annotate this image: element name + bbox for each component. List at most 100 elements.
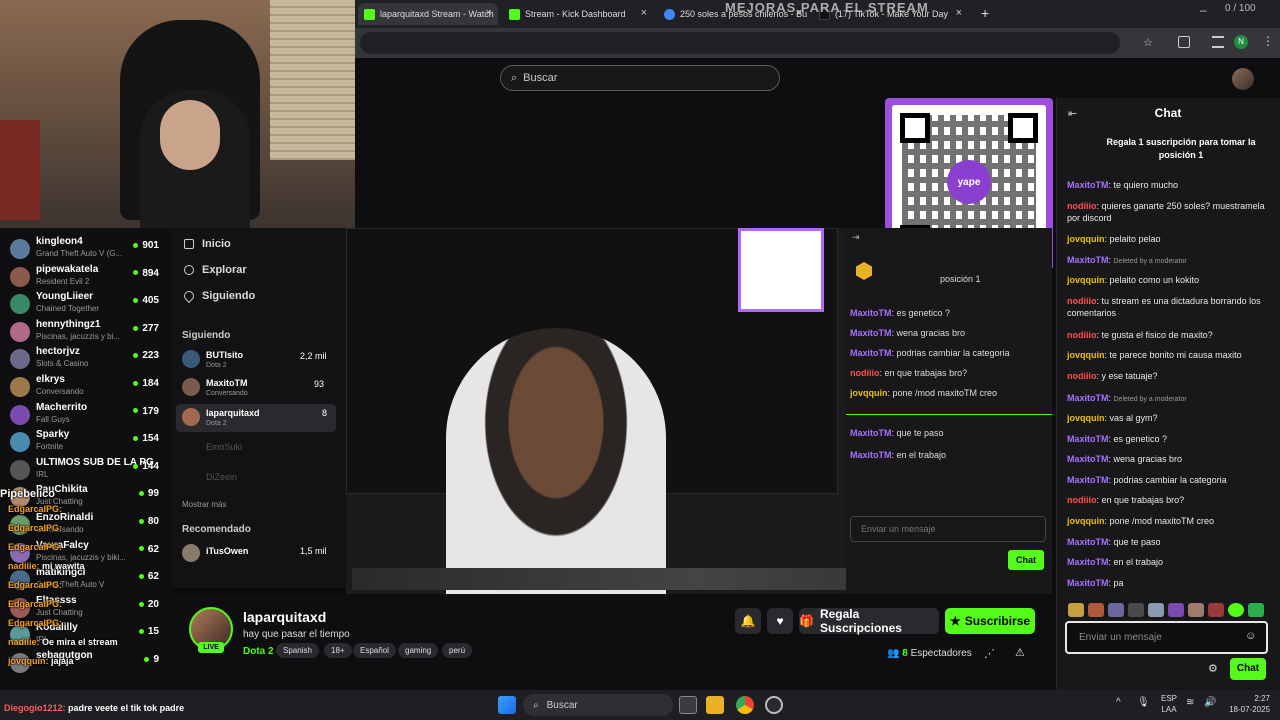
windows-start-icon[interactable] (498, 696, 516, 714)
nav-inicio[interactable]: Inicio (184, 238, 231, 250)
emote-icon[interactable] (1148, 603, 1164, 617)
emote-icon[interactable] (1228, 603, 1244, 617)
chat-username[interactable]: nodiiio (1067, 371, 1097, 381)
chat-username[interactable]: MaxitoTM (1067, 557, 1109, 567)
nav-siguiendo[interactable]: Siguiendo (181, 288, 255, 304)
taskbar-search[interactable]: ⌕ Buscar (523, 694, 673, 716)
clock[interactable]: 2:27 18-07-2025 (1220, 693, 1270, 715)
follow-list-item[interactable]: pipewakatela Resident Evil 2 894 (10, 264, 165, 290)
mic-icon[interactable]: 🎙 (1137, 697, 1150, 708)
chat-username[interactable]: jovqquin (1067, 516, 1105, 526)
chat-username[interactable]: nodiiio (1067, 296, 1097, 306)
chat-username[interactable]: MaxitoTM (1067, 475, 1109, 485)
chat-username[interactable]: nodiiio (1067, 330, 1097, 340)
close-icon[interactable]: × (956, 7, 962, 19)
follow-list-item[interactable]: Sparky Fortnite 154 (10, 429, 165, 455)
emote-icon[interactable] (1188, 603, 1204, 617)
follow-list-item[interactable]: kingleon4 Grand Theft Auto V (G... 901 (10, 236, 165, 262)
share-icon[interactable]: ⋰ (984, 647, 995, 660)
chat-message: jovqquin: te parece bonito mi causa maxi… (1067, 350, 1242, 360)
volume-icon[interactable]: 🔊 (1204, 697, 1216, 708)
minimize-icon[interactable]: – (1200, 3, 1207, 17)
close-icon[interactable]: × (486, 7, 492, 19)
emote-icon[interactable] (1248, 603, 1264, 617)
wifi-icon[interactable]: ≋ (1186, 697, 1194, 708)
menu-dots-icon[interactable]: ⋮ (1262, 34, 1274, 48)
emote-icon[interactable] (1128, 603, 1144, 617)
follow-list-item[interactable]: hectorjvz Slots & Casino 223 (10, 346, 165, 372)
new-tab-icon[interactable]: + (981, 5, 989, 21)
nav-explorar[interactable]: Explorar (184, 264, 247, 276)
offline-channel[interactable]: EmoSuki (206, 442, 242, 452)
chat-username[interactable]: nodiiio (1067, 495, 1097, 505)
follow-list-item[interactable]: elkrys Conversando 184 (10, 374, 165, 400)
notification-bell-button[interactable]: 🔔 (735, 608, 761, 634)
overlay-chat-header: Pipebelico (0, 488, 56, 500)
follow-list-item[interactable]: ULTIMOS SUB DE LA PG IRL 144 (10, 457, 165, 483)
tag[interactable]: perú (442, 643, 473, 658)
bookmark-star-icon[interactable]: ☆ (1143, 36, 1153, 49)
search-input[interactable]: ⌕ Buscar (500, 65, 780, 91)
tag[interactable]: Spanish (276, 643, 319, 658)
sidebar-item-channel[interactable]: MaxitoTM Conversando 93 (182, 376, 342, 402)
overlay-chat-line: nadiiie: mi wawita (8, 561, 85, 571)
chat-username[interactable]: jovqquin (1067, 413, 1105, 423)
emote-icon[interactable] (1108, 603, 1124, 617)
close-icon[interactable]: × (641, 7, 647, 19)
file-explorer-icon[interactable] (706, 696, 724, 714)
tag[interactable]: gaming (398, 643, 439, 658)
viewer-count: 223 (133, 350, 159, 361)
chat-username[interactable]: jovqquin (1067, 275, 1105, 285)
chat-text: Deleted by a moderator (1113, 258, 1187, 265)
follow-list-item[interactable]: Macherrito Fall Guys 179 (10, 402, 165, 428)
chat-username[interactable]: MaxitoTM (1067, 578, 1109, 588)
emoji-icon[interactable]: ☺ (1245, 630, 1256, 642)
streamer-camera (446, 328, 666, 594)
user-avatar[interactable] (1232, 68, 1254, 90)
sidebar-item-channel-active[interactable]: laparquitaxd Dota 2 8 (176, 404, 336, 432)
chat-text: y ese tatuaje? (1101, 371, 1158, 381)
tag[interactable]: Español (353, 643, 396, 658)
tag[interactable]: 18+ (324, 643, 352, 658)
chat-username[interactable]: MaxitoTM (1067, 434, 1109, 444)
subscribe-button[interactable]: ★ Suscribirse (945, 608, 1035, 634)
offline-channel[interactable]: DiZeein (206, 472, 237, 482)
chat-username[interactable]: MaxitoTM (1067, 537, 1109, 547)
chat-username[interactable]: MaxitoTM (1067, 180, 1109, 190)
task-view-icon[interactable] (679, 696, 697, 714)
browser-tab[interactable]: Stream - Kick Dashboard × (503, 3, 653, 25)
obs-icon[interactable] (765, 696, 783, 714)
gift-subs-button[interactable]: 🎁 Regala Suscripciones (799, 607, 939, 635)
language-indicator[interactable]: ESP LAA (1157, 693, 1181, 715)
browser-tab[interactable]: laparquitaxd Stream - Watch × (358, 3, 498, 25)
chat-username[interactable]: MaxitoTM (1067, 255, 1109, 265)
chat-username[interactable]: jovqquin (1067, 350, 1105, 360)
chrome-icon[interactable] (736, 696, 754, 714)
streamer-name[interactable]: laparquitaxd (243, 609, 326, 625)
chat-input[interactable]: Enviar un mensaje (1065, 621, 1268, 654)
emote-icon[interactable] (1068, 603, 1084, 617)
show-more-link[interactable]: Mostrar más (182, 500, 226, 509)
profile-icon[interactable]: N (1234, 35, 1248, 49)
sidebar-item-channel[interactable]: BUTIsito Dota 2 2,2 mil (182, 348, 342, 374)
chat-username[interactable]: MaxitoTM (1067, 393, 1109, 403)
sidebar-item-recommended[interactable]: iTusOwen 1,5 mil (182, 544, 342, 568)
report-icon[interactable]: ⚠ (1015, 646, 1025, 659)
emote-icon[interactable] (1088, 603, 1104, 617)
category-link[interactable]: Dota 2 (243, 646, 274, 657)
follow-list-item[interactable]: hennythingz1 Piscinas, jacuzzis y bi... 27… (10, 319, 165, 345)
chat-username[interactable]: jovqquin (1067, 234, 1105, 244)
emote-icon[interactable] (1208, 603, 1224, 617)
media-icon[interactable] (1212, 36, 1224, 48)
follow-list-item[interactable]: YoungLiieer Chained Together 405 (10, 291, 165, 317)
url-field[interactable] (360, 32, 1120, 54)
tray-chevron-icon[interactable]: ^ (1116, 697, 1121, 708)
chat-username[interactable]: MaxitoTM (1067, 454, 1109, 464)
settings-gear-icon[interactable]: ⚙ (1208, 662, 1218, 675)
avatar (182, 408, 200, 426)
extensions-icon[interactable] (1178, 36, 1190, 48)
chat-send-button[interactable]: Chat (1230, 658, 1266, 680)
chat-username[interactable]: nodiiio (1067, 201, 1097, 211)
follow-heart-button[interactable]: ♥ (767, 608, 793, 634)
emote-icon[interactable] (1168, 603, 1184, 617)
